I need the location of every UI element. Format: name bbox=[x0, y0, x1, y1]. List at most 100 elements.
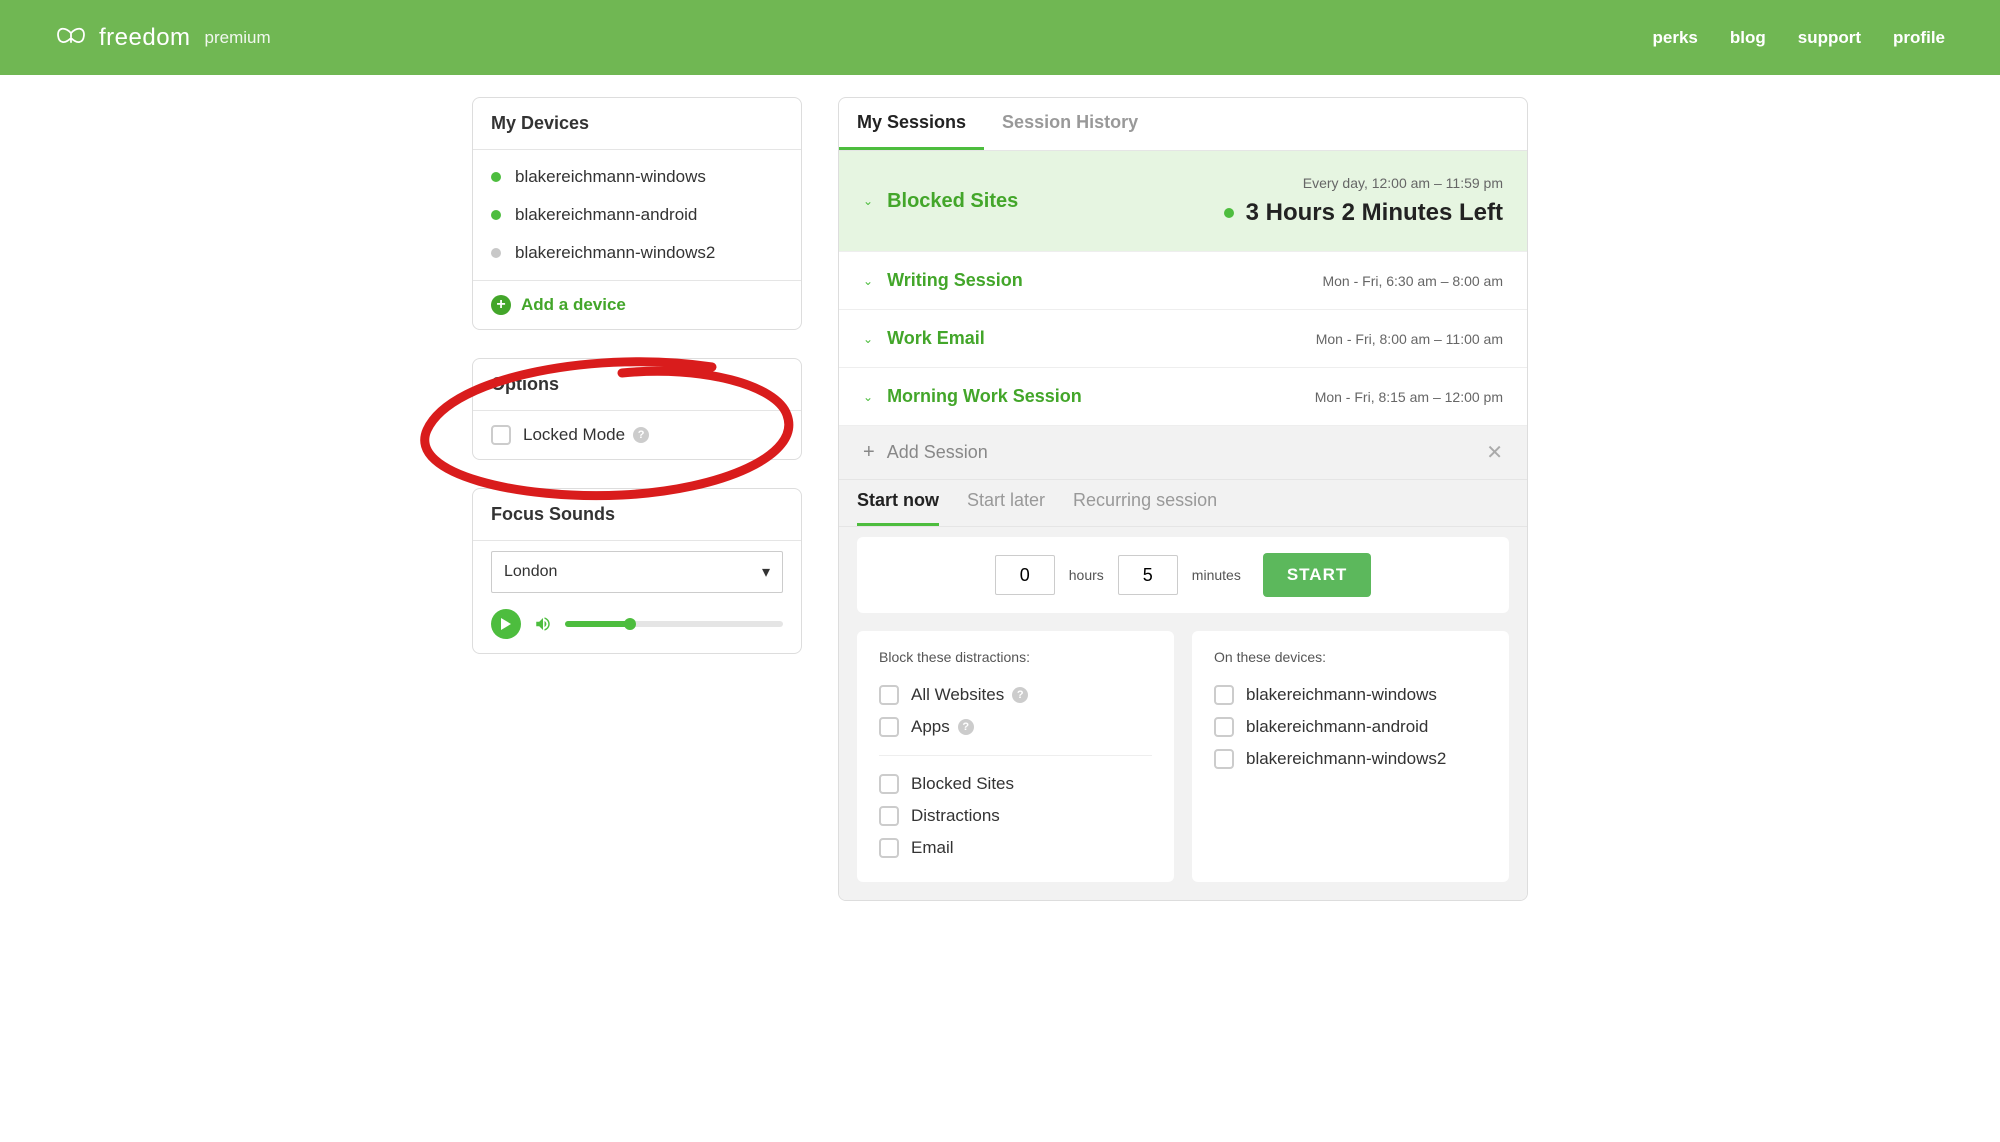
add-session-bar: + Add Session ✕ bbox=[839, 426, 1527, 480]
chevron-down-icon: ▾ bbox=[762, 562, 770, 582]
sessions-tabs: My Sessions Session History bbox=[839, 98, 1527, 151]
start-row: hours minutes START bbox=[857, 537, 1509, 613]
brand-name: freedom bbox=[99, 24, 191, 52]
check-label: Apps bbox=[911, 717, 950, 737]
checkbox[interactable] bbox=[1214, 749, 1234, 769]
device-label: blakereichmann-windows bbox=[1246, 685, 1437, 705]
minutes-input[interactable] bbox=[1118, 555, 1178, 595]
add-session-label: Add Session bbox=[887, 442, 988, 463]
divider bbox=[879, 755, 1152, 756]
session-row[interactable]: ⌄ Work Email Mon - Fri, 8:00 am – 11:00 … bbox=[839, 310, 1527, 368]
on-devices-title: On these devices: bbox=[1214, 649, 1487, 665]
sound-dropdown[interactable]: London ▾ bbox=[491, 551, 783, 593]
check-label: All Websites bbox=[911, 685, 1004, 705]
check-all-websites[interactable]: All Websites ? bbox=[879, 679, 1152, 711]
tab-my-sessions[interactable]: My Sessions bbox=[839, 98, 984, 150]
tab-session-history[interactable]: Session History bbox=[984, 98, 1156, 150]
session-schedule: Mon - Fri, 6:30 am – 8:00 am bbox=[1322, 273, 1503, 289]
play-button[interactable] bbox=[491, 609, 521, 639]
tab-start-now[interactable]: Start now bbox=[857, 480, 939, 526]
play-icon bbox=[500, 617, 512, 631]
sound-selected: London bbox=[504, 563, 557, 581]
check-apps[interactable]: Apps ? bbox=[879, 711, 1152, 743]
volume-icon bbox=[533, 615, 553, 633]
check-list-item[interactable]: Email bbox=[879, 832, 1152, 864]
help-icon[interactable]: ? bbox=[1012, 687, 1028, 703]
checkbox[interactable] bbox=[1214, 685, 1234, 705]
sessions-card: My Sessions Session History ⌄ Blocked Si… bbox=[838, 97, 1528, 901]
session-name: Work Email bbox=[887, 328, 985, 349]
top-nav-bar: freedom premium perks blog support profi… bbox=[0, 0, 2000, 75]
check-label: Blocked Sites bbox=[911, 774, 1014, 794]
checkbox[interactable] bbox=[879, 774, 899, 794]
nav-profile[interactable]: profile bbox=[1893, 28, 1945, 48]
options-title: Options bbox=[473, 359, 801, 411]
checkbox[interactable] bbox=[1214, 717, 1234, 737]
checkbox[interactable] bbox=[879, 685, 899, 705]
devices-card: My Devices blakereichmann-windows blaker… bbox=[472, 97, 802, 330]
session-schedule: Mon - Fri, 8:00 am – 11:00 am bbox=[1316, 331, 1503, 347]
status-dot-online bbox=[1224, 208, 1234, 218]
locked-mode-checkbox[interactable] bbox=[491, 425, 511, 445]
check-list-item[interactable]: Distractions bbox=[879, 800, 1152, 832]
devices-panel: On these devices: blakereichmann-windows… bbox=[1192, 631, 1509, 882]
close-icon[interactable]: ✕ bbox=[1486, 440, 1503, 465]
checkbox[interactable] bbox=[879, 838, 899, 858]
butterfly-icon bbox=[55, 26, 87, 50]
device-name: blakereichmann-windows bbox=[515, 167, 706, 187]
check-label: Distractions bbox=[911, 806, 1000, 826]
devices-title: My Devices bbox=[473, 98, 801, 150]
status-dot-offline bbox=[491, 248, 501, 258]
device-item[interactable]: blakereichmann-windows bbox=[473, 158, 801, 196]
focus-sounds-title: Focus Sounds bbox=[473, 489, 801, 541]
session-mode-tabs: Start now Start later Recurring session bbox=[839, 480, 1527, 527]
session-name: Morning Work Session bbox=[887, 386, 1082, 407]
focus-sounds-card: Focus Sounds London ▾ bbox=[472, 488, 802, 654]
tab-recurring[interactable]: Recurring session bbox=[1073, 480, 1217, 526]
help-icon[interactable]: ? bbox=[633, 427, 649, 443]
nav-perks[interactable]: perks bbox=[1653, 28, 1698, 48]
start-button[interactable]: START bbox=[1263, 553, 1371, 597]
minutes-label: minutes bbox=[1192, 567, 1241, 583]
device-label: blakereichmann-android bbox=[1246, 717, 1428, 737]
device-check-item[interactable]: blakereichmann-windows2 bbox=[1214, 743, 1487, 775]
device-item[interactable]: blakereichmann-windows2 bbox=[473, 234, 801, 272]
hours-label: hours bbox=[1069, 567, 1104, 583]
status-dot-online bbox=[491, 172, 501, 182]
check-list-item[interactable]: Blocked Sites bbox=[879, 768, 1152, 800]
plus-icon: + bbox=[491, 295, 511, 315]
session-row-active[interactable]: ⌄ Blocked Sites Every day, 12:00 am – 11… bbox=[839, 151, 1527, 252]
session-row[interactable]: ⌄ Morning Work Session Mon - Fri, 8:15 a… bbox=[839, 368, 1527, 426]
help-icon[interactable]: ? bbox=[958, 719, 974, 735]
session-schedule: Mon - Fri, 8:15 am – 12:00 pm bbox=[1315, 389, 1503, 405]
add-device-button[interactable]: + Add a device bbox=[473, 280, 801, 329]
chevron-down-icon: ⌄ bbox=[863, 194, 873, 208]
status-dot-online bbox=[491, 210, 501, 220]
tier-label: premium bbox=[205, 28, 271, 48]
device-check-item[interactable]: blakereichmann-windows bbox=[1214, 679, 1487, 711]
add-device-label: Add a device bbox=[521, 295, 626, 315]
nav-blog[interactable]: blog bbox=[1730, 28, 1766, 48]
nav-support[interactable]: support bbox=[1798, 28, 1861, 48]
session-name: Writing Session bbox=[887, 270, 1023, 291]
device-label: blakereichmann-windows2 bbox=[1246, 749, 1446, 769]
checkbox[interactable] bbox=[879, 717, 899, 737]
distractions-panel: Block these distractions: All Websites ?… bbox=[857, 631, 1174, 882]
checkbox[interactable] bbox=[879, 806, 899, 826]
chevron-down-icon: ⌄ bbox=[863, 332, 873, 346]
locked-mode-label: Locked Mode bbox=[523, 425, 625, 445]
tab-start-later[interactable]: Start later bbox=[967, 480, 1045, 526]
session-schedule: Every day, 12:00 am – 11:59 pm bbox=[1224, 175, 1503, 191]
device-name: blakereichmann-windows2 bbox=[515, 243, 715, 263]
hours-input[interactable] bbox=[995, 555, 1055, 595]
device-check-item[interactable]: blakereichmann-android bbox=[1214, 711, 1487, 743]
add-session-button[interactable]: + Add Session bbox=[863, 441, 988, 464]
time-left-label: 3 Hours 2 Minutes Left bbox=[1246, 199, 1503, 227]
session-name: Blocked Sites bbox=[887, 190, 1018, 213]
device-item[interactable]: blakereichmann-android bbox=[473, 196, 801, 234]
options-card: Options Locked Mode ? bbox=[472, 358, 802, 460]
chevron-down-icon: ⌄ bbox=[863, 274, 873, 288]
volume-slider[interactable] bbox=[565, 621, 783, 627]
session-row[interactable]: ⌄ Writing Session Mon - Fri, 6:30 am – 8… bbox=[839, 252, 1527, 310]
logo[interactable]: freedom premium bbox=[55, 24, 271, 52]
